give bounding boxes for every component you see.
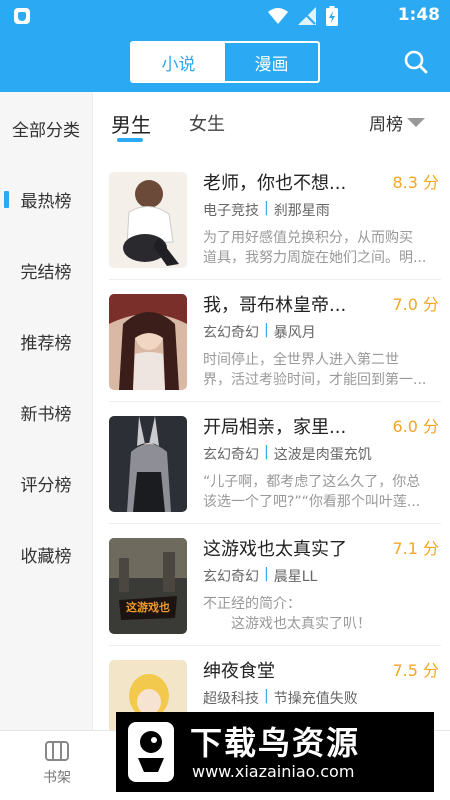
tab-comic[interactable]: 漫画	[225, 43, 318, 81]
rank-period-dropdown[interactable]: 周榜	[369, 110, 425, 135]
book-author: 刹那星雨	[273, 203, 330, 219]
rank-period-label: 周榜	[369, 115, 403, 135]
meta-divider: |	[264, 322, 269, 338]
book-meta: 电子竞技 | 刹那星雨	[203, 200, 330, 220]
book-author: 节操充值失败	[273, 691, 358, 707]
book-category: 玄幻奇幻	[203, 569, 259, 585]
book-item[interactable]: 我，哥布林皇帝... 7.0 分 玄幻奇幻 | 暴风月 时间停止，全世界人进入第…	[93, 280, 450, 402]
book-title: 我，哥布林皇帝...	[203, 295, 347, 316]
nav-bookshelf[interactable]: 书架	[30, 739, 84, 795]
system-icons	[268, 6, 338, 26]
desc-line: 这游戏也太真实了叭！	[203, 616, 371, 632]
no-signal-icon	[298, 7, 316, 25]
active-indicator	[4, 191, 9, 208]
book-item[interactable]: 老师，你也不想... 8.3 分 电子竞技 | 刹那星雨 为了用好感值兑换积分，…	[93, 158, 450, 280]
book-category: 玄幻奇幻	[203, 325, 259, 341]
book-author: 这波是肉蛋充饥	[273, 447, 372, 463]
sidebar-item-all-categories[interactable]: 全部分类	[0, 113, 92, 143]
book-item[interactable]: 开局相亲，家里... 6.0 分 玄幻奇幻 | 这波是肉蛋充饥 “儿子啊，都考虑…	[93, 402, 450, 524]
clock-time: 1:48	[397, 5, 440, 25]
chevron-down-icon	[407, 118, 425, 127]
top-bar: 小说 漫画	[0, 32, 450, 92]
sidebar-item-label: 最热榜	[20, 191, 72, 212]
book-title: 这游戏也太真实了	[203, 539, 347, 560]
desc-line: 时间停止，全世界人进入第二世	[203, 352, 399, 368]
book-category: 超级科技	[203, 691, 259, 707]
book-meta: 玄幻奇幻 | 这波是肉蛋充饥	[203, 444, 372, 464]
book-description: 为了用好感值兑换积分，从而购买 道具，我努力周旋在她们之间。明...	[203, 228, 441, 268]
book-cover-image	[109, 416, 187, 512]
book-category: 玄幻奇幻	[203, 447, 259, 463]
wifi-icon	[268, 8, 288, 24]
meta-divider: |	[264, 200, 269, 216]
book-author: 晨星LL	[273, 569, 318, 585]
sidebar-item-hottest[interactable]: 最热榜	[0, 184, 92, 214]
watermark-overlay: 下载鸟资源 www.xiazainiao.com	[116, 712, 434, 792]
tab-female[interactable]: 女生	[189, 110, 225, 136]
tab-male[interactable]: 男生	[111, 109, 151, 138]
sidebar-item-favorites[interactable]: 收藏榜	[0, 539, 92, 569]
tab-underline	[117, 138, 143, 142]
meta-divider: |	[264, 444, 269, 460]
book-score: 7.0 分	[392, 295, 439, 314]
book-title: 绅夜食堂	[203, 661, 275, 682]
book-score: 6.0 分	[392, 417, 439, 436]
book-meta: 超级科技 | 节操充值失败	[203, 688, 358, 708]
meta-divider: |	[264, 566, 269, 582]
sidebar-item-new-books[interactable]: 新书榜	[0, 397, 92, 427]
book-item[interactable]: 这游戏也 这游戏也太真实了 7.1 分 玄幻奇幻 | 晨星LL 不正经的简介： …	[93, 524, 450, 646]
bird-logo-icon	[128, 722, 174, 782]
book-title: 开局相亲，家里...	[203, 417, 347, 438]
book-score: 7.1 分	[392, 539, 439, 558]
desc-line: 不正经的简介：	[203, 596, 301, 612]
watermark-title: 下载鸟资源	[190, 724, 361, 762]
desc-line: 为了用好感值兑换积分，从而购买	[203, 230, 413, 246]
ranking-list-panel: 男生 女生 周榜 老师，你也不想... 8.3 分 电子竞技 | 刹那星雨 为了…	[92, 92, 450, 730]
book-description: “儿子啊，都考虑了这么久了，你总 该选一个了吧?”“你看那个叫叶莲...	[203, 472, 441, 512]
book-description: 时间停止，全世界人进入第二世 界，活过考验时间，才能回到第一...	[203, 350, 441, 390]
tab-novel[interactable]: 小说	[132, 43, 225, 81]
content-type-switch: 小说 漫画	[130, 41, 320, 83]
desc-line: 道具，我努力周旋在她们之间。明...	[203, 250, 427, 266]
book-cover-image	[109, 172, 187, 268]
book-description: 不正经的简介： 这游戏也太真实了叭！	[203, 594, 441, 634]
desc-line: 该选一个了吧?”“你看那个叫叶莲...	[203, 494, 421, 510]
status-bar: 1:48	[0, 0, 450, 32]
bookshelf-icon	[45, 741, 69, 761]
nav-bookshelf-label: 书架	[43, 770, 71, 786]
book-score: 7.5 分	[392, 661, 439, 680]
book-title: 老师，你也不想...	[203, 173, 347, 194]
category-sidebar: 全部分类 最热榜 完结榜 推荐榜 新书榜 评分榜 收藏榜	[0, 92, 92, 730]
book-meta: 玄幻奇幻 | 晨星LL	[203, 566, 317, 586]
search-icon[interactable]	[402, 48, 430, 76]
book-meta: 玄幻奇幻 | 暴风月	[203, 322, 316, 342]
desc-line: 界，活过考验时间，才能回到第一...	[203, 372, 427, 388]
sidebar-item-rating[interactable]: 评分榜	[0, 468, 92, 498]
watermark-url: www.xiazainiao.com	[192, 762, 355, 781]
book-cover-image: 这游戏也	[109, 538, 187, 634]
desc-line: “儿子啊，都考虑了这么久了，你总	[203, 474, 421, 490]
svg-text:这游戏也: 这游戏也	[126, 600, 170, 614]
book-category: 电子竞技	[203, 203, 259, 219]
book-score: 8.3 分	[392, 173, 439, 192]
book-author: 暴风月	[273, 325, 316, 341]
battery-charging-icon	[326, 6, 338, 26]
app-shield-icon	[14, 8, 30, 24]
sidebar-item-recommended[interactable]: 推荐榜	[0, 326, 92, 356]
sidebar-item-completed[interactable]: 完结榜	[0, 255, 92, 285]
meta-divider: |	[264, 688, 269, 704]
book-cover-image	[109, 294, 187, 390]
